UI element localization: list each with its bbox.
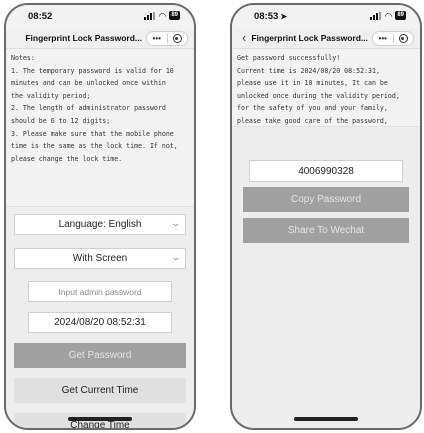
- page-title: Fingerprint Lock Password...: [25, 33, 142, 43]
- status-time: 08:53 ➤: [254, 11, 288, 22]
- notes-line: 1. The temporary password is valid for 1…: [11, 66, 174, 75]
- location-arrow-icon: ➤: [280, 12, 288, 21]
- wifi-icon: ◠: [384, 10, 393, 21]
- notes-text: Notes: 1. The temporary password is vali…: [11, 52, 189, 165]
- password-form: Language: English ⌄ With Screen ⌄ Input …: [6, 206, 194, 428]
- nav-bar: Fingerprint Lock Password... •••: [6, 29, 194, 49]
- screen-mode-select[interactable]: With Screen ⌄: [14, 248, 186, 269]
- notes-line: the validity period;: [11, 91, 91, 100]
- close-miniprogram-icon[interactable]: [394, 34, 414, 43]
- admin-password-input[interactable]: Input admin password: [28, 281, 172, 302]
- status-bar: 08:53 ➤ ◠ 89: [232, 5, 420, 29]
- wifi-icon: ◠: [158, 10, 167, 21]
- change-time-button[interactable]: Change Time: [14, 413, 186, 428]
- notes-line: please change the lock time.: [11, 154, 123, 163]
- notes-line: 2. The length of administrator password: [11, 104, 166, 113]
- get-current-time-button[interactable]: Get Current Time: [14, 378, 186, 403]
- result-panel: 4006990328 Copy Password Share To Wechat: [232, 126, 420, 428]
- message-line: unlocked once during the validity period…: [237, 91, 400, 100]
- menu-capsule: •••: [146, 31, 188, 46]
- language-select[interactable]: Language: English ⌄: [14, 214, 186, 235]
- close-miniprogram-icon[interactable]: [168, 34, 188, 43]
- phone-screen-right: 08:53 ➤ ◠ 89 ‹ Fingerprint Lock Password.…: [230, 3, 422, 430]
- more-icon[interactable]: •••: [373, 34, 393, 43]
- home-indicator: [294, 417, 358, 421]
- more-icon[interactable]: •••: [147, 34, 167, 43]
- home-indicator: [68, 417, 132, 421]
- generated-password: 4006990328: [249, 160, 403, 182]
- chevron-down-icon: ⌄: [170, 218, 182, 228]
- message-line: please use it in 10 minutes, It can be: [237, 79, 388, 88]
- battery-icon: 89: [395, 11, 406, 20]
- notes-line: should be 6 to 12 digits;: [11, 116, 111, 125]
- copy-password-button[interactable]: Copy Password: [243, 187, 409, 212]
- phone-screen-left: 08:52 ◠ 89 Fingerprint Lock Password... …: [4, 3, 196, 430]
- notes-line: minutes and can be unlocked once within: [11, 79, 166, 88]
- message-line: Current time is 2024/08/20 08:52:31,: [237, 66, 380, 75]
- message-line: for the safety of you and your family,: [237, 104, 388, 113]
- nav-bar: ‹ Fingerprint Lock Password... •••: [232, 29, 420, 49]
- share-wechat-button[interactable]: Share To Wechat: [243, 218, 409, 243]
- notes-line: time is the same as the lock time. If no…: [11, 142, 178, 151]
- message-line: Get password successfully!: [237, 54, 341, 62]
- status-time: 08:52: [28, 11, 53, 22]
- menu-capsule: •••: [372, 31, 414, 46]
- signal-icon: [370, 11, 382, 20]
- notes-line: Notes:: [11, 54, 35, 62]
- time-input[interactable]: 2024/08/20 08:52:31: [28, 312, 172, 333]
- notes-line: 3. Please make sure that the mobile phon…: [11, 129, 174, 138]
- page-title: Fingerprint Lock Password...: [251, 33, 368, 43]
- status-bar: 08:52 ◠ 89: [6, 5, 194, 29]
- battery-icon: 89: [169, 11, 180, 20]
- chevron-down-icon: ⌄: [170, 252, 182, 262]
- get-password-button[interactable]: Get Password: [14, 343, 186, 368]
- signal-icon: [144, 11, 156, 20]
- result-message: Get password successfully! Current time …: [237, 52, 415, 128]
